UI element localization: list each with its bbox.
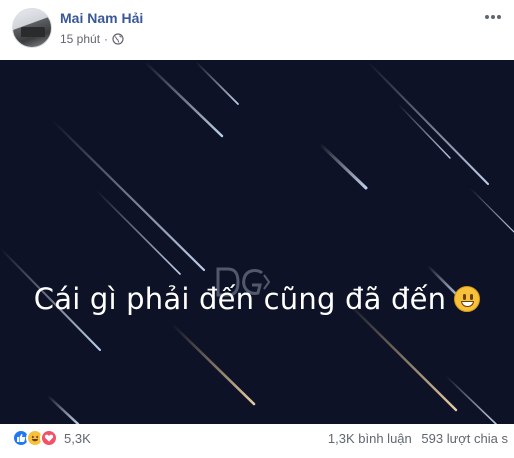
love-icon	[40, 429, 58, 447]
globe-icon[interactable]	[112, 33, 124, 45]
post-timestamp[interactable]: 15 phút	[60, 32, 100, 46]
meta-separator: ·	[104, 32, 109, 46]
facebook-post: Mai Nam Hải 15 phút · Cái gì phải đến cũ…	[0, 0, 514, 458]
author-avatar[interactable]	[12, 8, 52, 48]
meteor-streaks	[0, 60, 514, 424]
caption-text: Cái gì phải đến cũng đã đến	[33, 282, 447, 316]
post-image[interactable]: Cái gì phải đến cũng đã đến	[0, 60, 514, 424]
grinning-face-emoji-icon	[454, 286, 481, 312]
more-options-icon[interactable]	[482, 8, 504, 26]
comments-count-link[interactable]: 1,3K bình luận	[328, 431, 412, 446]
post-footer: 5,3K 1,3K bình luận 593 lượt chia s	[0, 424, 514, 458]
author-name[interactable]: Mai Nam Hải	[60, 10, 143, 26]
reactions-summary[interactable]: 5,3K	[12, 429, 91, 447]
shares-count-link[interactable]: 593 lượt chia s	[421, 431, 508, 446]
reaction-count: 5,3K	[64, 430, 91, 446]
post-meta: 15 phút ·	[60, 32, 124, 46]
engagement-stats: 1,3K bình luận 593 lượt chia s	[328, 431, 508, 446]
image-caption: Cái gì phải đến cũng đã đến	[0, 280, 514, 316]
post-header: Mai Nam Hải 15 phút ·	[0, 0, 514, 58]
